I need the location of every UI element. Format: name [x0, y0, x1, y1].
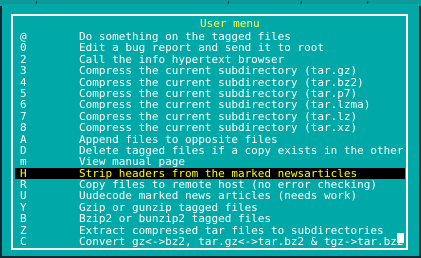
menu-item-hotkey: @	[20, 31, 27, 43]
menu-item-label: Strip headers from the marked newsarticl…	[79, 167, 358, 180]
menu-item-hotkey: 2	[20, 53, 27, 66]
menu-item-hotkey: Y	[20, 201, 27, 214]
menu-item-m[interactable]: m View manual page	[15, 156, 405, 167]
terminal-cursor	[397, 233, 404, 243]
menu-item-label: Do something on the tagged files	[79, 31, 291, 43]
menu-item-hotkey: 6	[20, 99, 27, 111]
menu-item-hotkey: H	[20, 167, 27, 180]
menu-item-0[interactable]: 0 Edit a bug report and send it to root	[15, 42, 405, 53]
menu-item-hotkey: 8	[20, 122, 27, 134]
menu-item-hotkey: 4	[20, 76, 27, 88]
menu-item-hotkey: D	[20, 144, 27, 157]
menu-item-label: Compress the current subdirectory (tar.x…	[79, 122, 358, 134]
menu-item-hotkey: Z	[20, 224, 27, 237]
menu-item-hotkey: U	[20, 190, 27, 202]
menu-item-hotkey: 0	[20, 42, 27, 54]
menu-list: @ Do something on the tagged files 0 Edit a…	[15, 31, 405, 247]
menu-item-a[interactable]: A Append files to opposite files	[15, 134, 405, 145]
menu-item-5[interactable]: 5 Compress the current subdirectory (tar.…	[15, 88, 405, 99]
menu-item-hotkey: C	[20, 236, 27, 248]
menu-item-hotkey: m	[20, 156, 27, 168]
menu-item-label: Delete tagged files if a copy exists in …	[79, 144, 403, 157]
menu-item-hotkey: B	[20, 213, 27, 225]
menu-item-label: Copy files to remote host (no error chec…	[79, 179, 378, 191]
menu-item-3[interactable]: 3 Compress the current subdirectory (tar.…	[15, 65, 405, 76]
menu-item-label: Append files to opposite files	[79, 133, 278, 145]
menu-item-8[interactable]: 8 Compress the current subdirectory (tar.…	[15, 122, 405, 133]
menu-item-label: Edit a bug report and send it to root	[79, 42, 325, 54]
menu-item-hotkey: R	[20, 179, 27, 191]
menu-item-hotkey: A	[20, 133, 27, 145]
menu-item-hotkey: 5	[20, 87, 27, 100]
menu-item-4[interactable]: 4 Compress the current subdirectory (tar.…	[15, 77, 405, 88]
menu-item-label: Extract compressed tar files to subdirec…	[79, 224, 384, 237]
menu-item-label: View manual page	[79, 156, 185, 168]
menu-item-b[interactable]: B Bzip2 or bunzip2 tagged files	[15, 213, 405, 224]
menu-item-u[interactable]: U Uudecode marked news articles (needs wo…	[15, 190, 405, 201]
user-menu-dialog: User menu @ Do something on the tagged fi…	[2, 4, 419, 256]
menu-item-d[interactable]: D Delete tagged files if a copy exists in…	[15, 145, 405, 156]
menu-item-label: Bzip2 or bunzip2 tagged files	[79, 213, 272, 225]
menu-item-label: Compress the current subdirectory (tar.l…	[79, 110, 358, 123]
menu-item-hotkey: 7	[20, 110, 27, 123]
menu-item-label: Uudecode marked news articles (needs wor…	[79, 190, 358, 202]
menu-item-7[interactable]: 7 Compress the current subdirectory (tar.…	[15, 111, 405, 122]
terminal-screen: , , , , , User menu @Do something on the…	[0, 0, 421, 258]
menu-item-label: Convert gz<->bz2, tar.gz<->tar.bz2 & tgz…	[79, 236, 403, 248]
menu-item-c[interactable]: C Convert gz<->bz2, tar.gz<->tar.bz2 & tg…	[15, 236, 405, 247]
menu-item-label: Compress the current subdirectory (tar.l…	[79, 99, 371, 111]
menu-item-6[interactable]: 6 Compress the current subdirectory (tar.…	[15, 99, 405, 110]
menu-item-r[interactable]: R Copy files to remote host (no error che…	[15, 179, 405, 190]
menu-item-y[interactable]: Y Gzip or gunzip tagged files	[15, 202, 405, 213]
menu-item-label: Call the info hypertext browser	[79, 53, 285, 66]
dialog-title: User menu	[197, 18, 263, 29]
menu-item-h[interactable]: H Strip headers from the marked newsartic…	[15, 167, 405, 180]
menu-item-hotkey: 3	[20, 65, 27, 77]
menu-item-z[interactable]: Z Extract compressed tar files to subdire…	[15, 225, 405, 236]
menu-item-label: Compress the current subdirectory (tar.g…	[79, 65, 358, 77]
menu-item-label: Compress the current subdirectory (tar.p…	[79, 87, 358, 100]
menu-item-2[interactable]: 2 Call the info hypertext browser	[15, 54, 405, 65]
menu-item-label: Gzip or gunzip tagged files	[79, 201, 258, 214]
menu-item-label: Compress the current subdirectory (tar.b…	[79, 76, 364, 88]
menu-item-at[interactable]: @ Do something on the tagged files	[15, 31, 405, 42]
